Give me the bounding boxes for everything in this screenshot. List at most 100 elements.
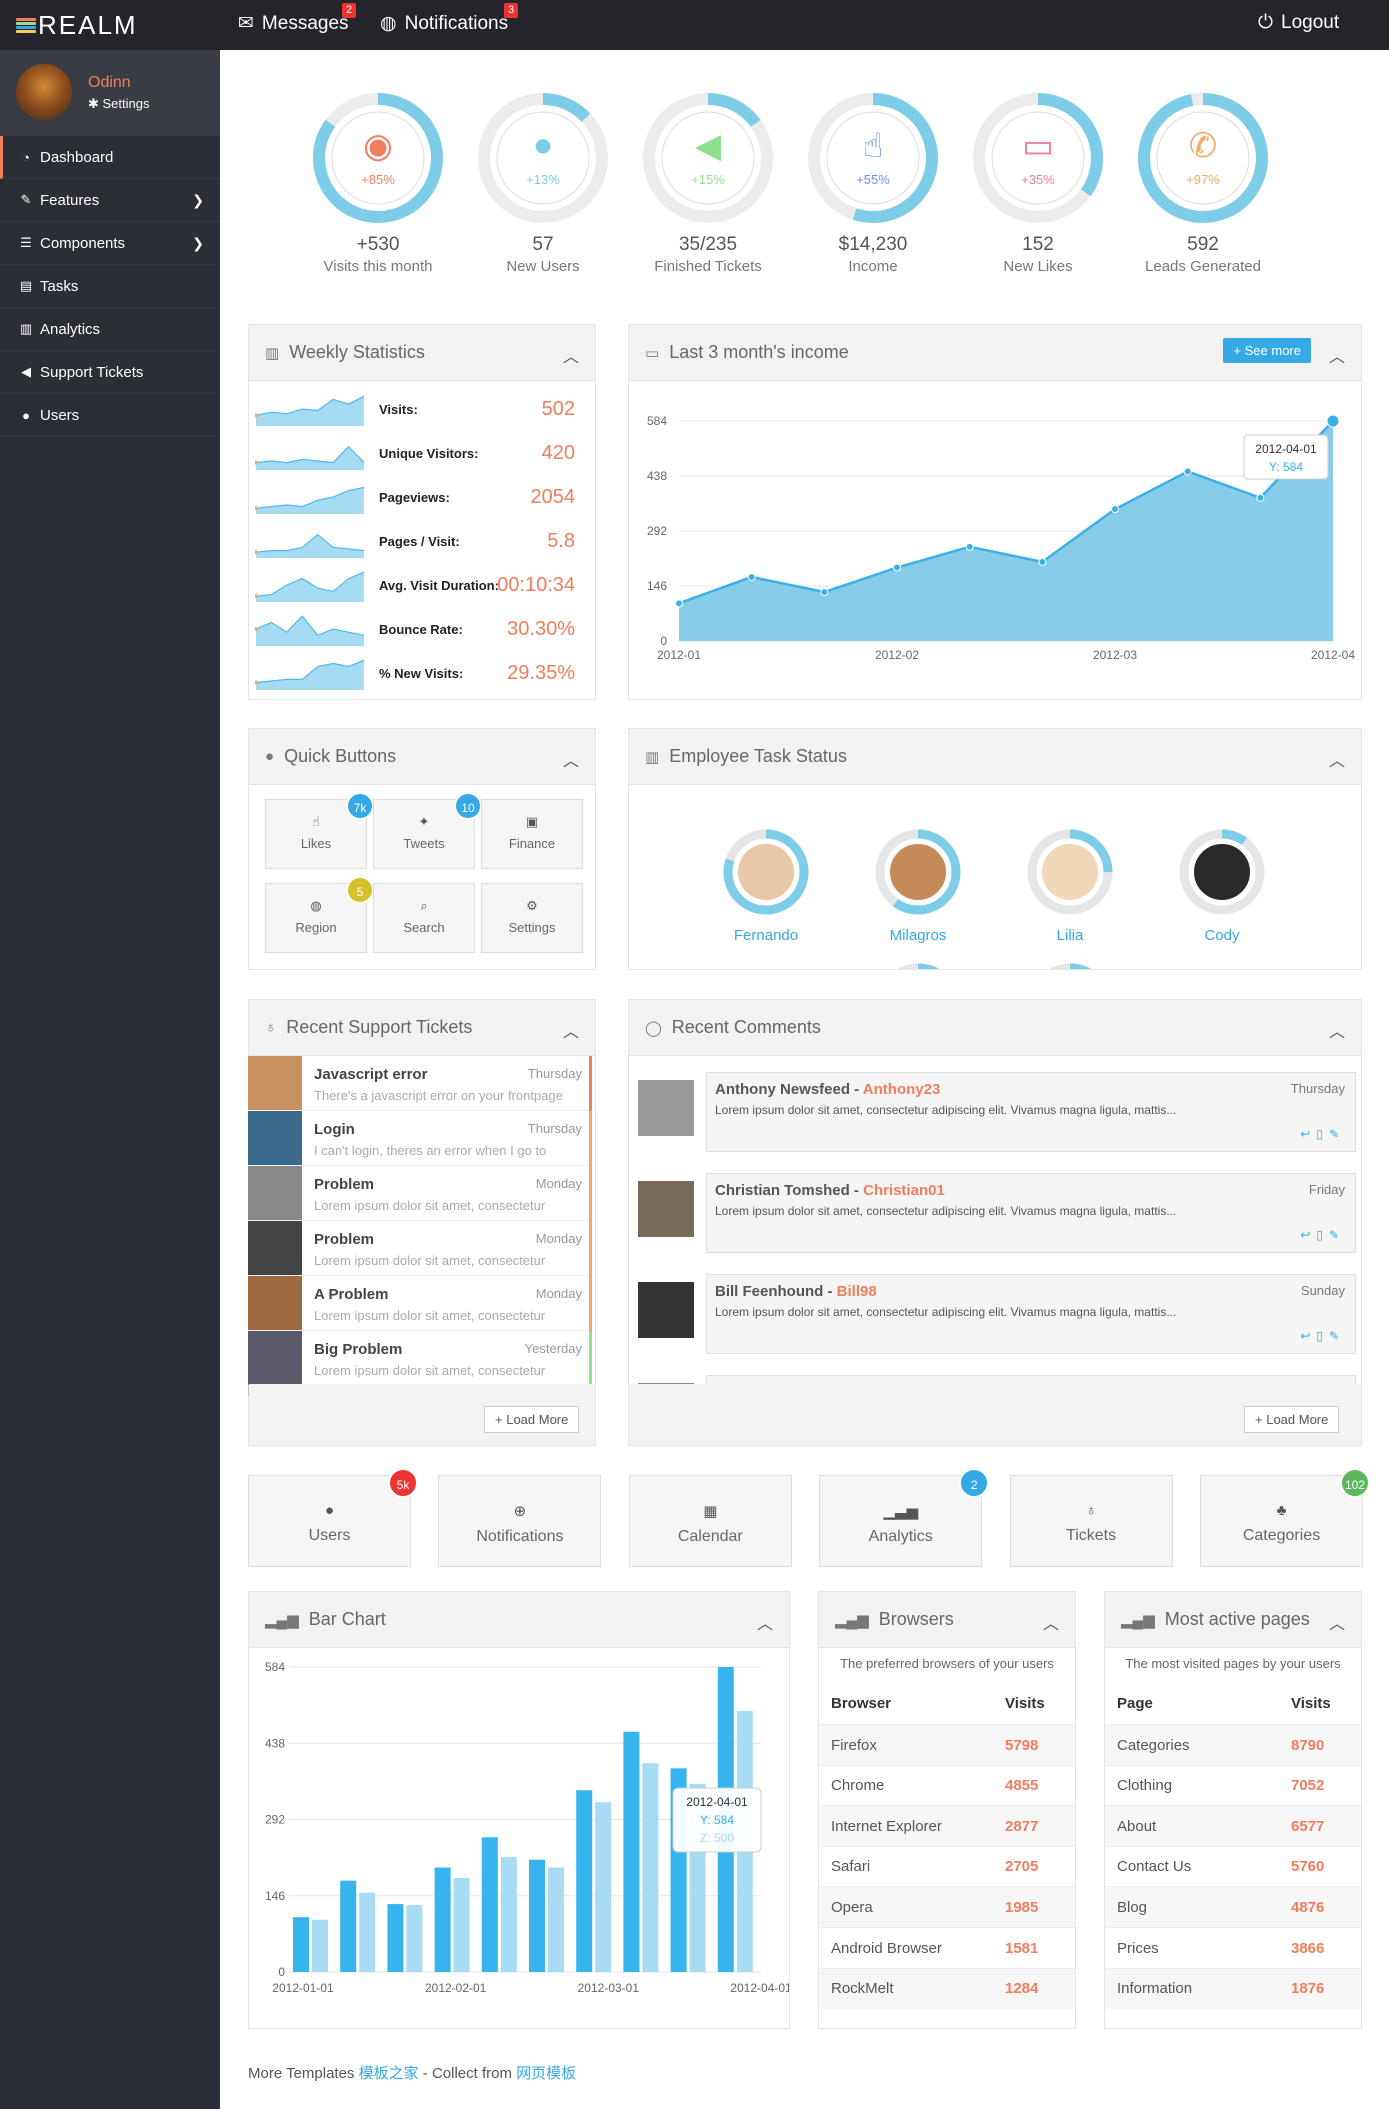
active-pages-panel: ▂▄▆ Most active pages ︿ The most visited p… — [1104, 1591, 1362, 2029]
chevron-up-icon[interactable]: ︿ — [757, 1610, 773, 1634]
tooltip-date: 2012-04-01 — [686, 1795, 748, 1809]
signal-icon: ▁▃▅ — [883, 1503, 918, 1520]
comment-text: Lorem ipsum dolor sit amet, consectetur … — [715, 1103, 1177, 1117]
browsers-panel: ▂▄▆ Browsers ︿ The preferred browsers of y… — [818, 1591, 1076, 2029]
bar-y — [434, 1867, 451, 1972]
bar-z — [453, 1877, 470, 1972]
table-cell-name: Firefox — [831, 1736, 877, 1754]
table-cell-visits: 7052 — [1291, 1777, 1325, 1795]
shortcut-badge: 102 — [1340, 1468, 1370, 1498]
trash-icon[interactable]: ▯ — [1316, 1329, 1329, 1343]
chevron-up-icon[interactable]: ︿ — [1329, 1610, 1345, 1634]
edit-icon[interactable]: ✎ — [1329, 1228, 1345, 1242]
comment-username: Bill98 — [836, 1283, 877, 1300]
shortcut-label: Analytics — [868, 1528, 933, 1545]
table-cell-name: Safari — [831, 1858, 871, 1876]
comment-author[interactable]: Bill Feenhound - Bill98 — [715, 1283, 877, 1300]
table-header: Browser Visits — [831, 1695, 1045, 1712]
edit-icon[interactable]: ✎ — [1329, 1127, 1345, 1141]
x-tick-label: 2012-01-01 — [272, 1981, 334, 1995]
table-cell-name: About — [1117, 1817, 1157, 1835]
comments-load-more-button[interactable]: + Load More — [1244, 1406, 1340, 1433]
comment-day: Friday — [1308, 1182, 1345, 1197]
table-row: Clothing 7052 — [1105, 1764, 1361, 1806]
table-row: Blog 4876 — [1105, 1886, 1361, 1928]
bar-y — [293, 1917, 309, 1972]
table-cell-visits: 1985 — [1005, 1898, 1039, 1916]
bar-z — [595, 1802, 612, 1972]
shortcut-notifications[interactable]: ⊕ Notifications — [438, 1475, 602, 1567]
reply-icon[interactable]: ↩ — [1300, 1329, 1316, 1343]
footer-link-templates[interactable]: 模板之家 — [359, 2065, 419, 2082]
bar-z — [312, 1919, 328, 1972]
shortcut-categories[interactable]: ♣ Categories 102 — [1200, 1468, 1370, 1567]
bar-z — [406, 1905, 423, 1972]
table-cell-name: RockMelt — [831, 1980, 894, 1998]
table-cell-name: Opera — [831, 1898, 873, 1916]
reply-icon[interactable]: ↩ — [1300, 1127, 1316, 1141]
comment-box: Christian Tomshed - Christian01 Friday Lor… — [706, 1173, 1356, 1253]
comment-box: Anthony Newsfeed - Anthony23 Thursday Lore… — [706, 1072, 1356, 1152]
footer-link-source[interactable]: 网页模板 — [516, 2065, 576, 2082]
edit-icon[interactable]: ✎ — [1329, 1329, 1345, 1343]
plus-icon: + — [495, 1412, 507, 1427]
shortcut-tickets[interactable]: ♁ Tickets — [1009, 1475, 1173, 1567]
comment-author[interactable]: Anthony Newsfeed - Anthony23 — [715, 1081, 940, 1098]
table-cell-name: Clothing — [1117, 1777, 1173, 1795]
bar-y — [576, 1790, 593, 1972]
chart-tooltip: 2012-04-01 Y: 584 Z: 500 — [672, 1787, 762, 1853]
tickets-load-more-button[interactable]: + Load More — [484, 1406, 580, 1433]
comment-username: Christian01 — [863, 1182, 945, 1199]
shortcut-badge: 5k — [388, 1468, 418, 1498]
signal-icon: ▂▄▆ — [835, 1611, 869, 1629]
bar-y — [387, 1904, 404, 1972]
shortcut-analytics[interactable]: ▁▃▅ Analytics 2 — [819, 1468, 990, 1567]
table-cell-name: Prices — [1117, 1939, 1159, 1957]
comment-avatar — [638, 1080, 694, 1136]
table-cell-visits: 4855 — [1005, 1777, 1039, 1795]
trash-icon[interactable]: ▯ — [1316, 1127, 1329, 1141]
table-row: Opera 1985 — [819, 1886, 1075, 1928]
trash-icon[interactable]: ▯ — [1316, 1228, 1329, 1242]
reply-icon[interactable]: ↩ — [1300, 1228, 1316, 1242]
comment-text: Lorem ipsum dolor sit amet, consectetur … — [715, 1204, 1177, 1218]
lightbulb-icon: ♁ — [1085, 1502, 1097, 1519]
bar-z — [642, 1763, 659, 1972]
comment-author[interactable]: Christian Tomshed - Christian01 — [715, 1182, 945, 1199]
tooltip-y: Y: 584 — [700, 1813, 734, 1827]
chevron-up-icon[interactable]: ︿ — [1043, 1610, 1059, 1634]
comment-box: Bill Feenhound - Bill98 Sunday Lorem ipsum… — [706, 1274, 1356, 1354]
table-row: Internet Explorer 2877 — [819, 1805, 1075, 1847]
calendar-icon: ▦ — [703, 1503, 718, 1520]
comment-item: Bill Feenhound - Bill98Sunday↩▯✎ — [638, 1375, 1356, 1384]
bar-z — [500, 1857, 517, 1972]
table-cell-name: Chrome — [831, 1777, 885, 1795]
shortcut-calendar[interactable]: ▦ Calendar — [628, 1475, 792, 1567]
shortcut-label: Categories — [1242, 1527, 1321, 1544]
plus-circle-icon: ⊕ — [513, 1503, 527, 1520]
shortcut-label: Tickets — [1066, 1527, 1117, 1544]
sitemap-icon: ♣ — [1276, 1502, 1287, 1519]
comment-item: Anthony Newsfeed - Anthony23 Thursday Lore… — [638, 1072, 1356, 1154]
table-cell-visits: 2705 — [1005, 1858, 1039, 1876]
comment-day: Thursday — [1290, 1081, 1345, 1096]
bar-chart: 0 146 292 438 584 2012-01-01 2012-02-01 2012-03… — [265, 1660, 789, 1995]
table-row: Firefox 5798 — [819, 1724, 1075, 1765]
table-row: Categories 8790 — [1105, 1724, 1361, 1765]
x-tick-label: 2012-03-01 — [578, 1981, 640, 1995]
y-tick-label: 292 — [265, 1813, 285, 1827]
y-tick-label: 146 — [265, 1889, 285, 1903]
shortcut-users[interactable]: ● Users 5k — [248, 1468, 418, 1567]
shortcut-label: Users — [308, 1527, 351, 1544]
table-cell-visits: 3866 — [1291, 1939, 1325, 1957]
table-row: Information 1876 — [1105, 1967, 1361, 2009]
x-tick-label: 2012-04-01 — [730, 1981, 789, 1995]
shortcut-label: Notifications — [476, 1528, 564, 1545]
comment-avatar — [638, 1282, 694, 1338]
tooltip-z: Z: 500 — [700, 1831, 734, 1845]
y-tick-label: 438 — [265, 1736, 285, 1750]
table-cell-visits: 5798 — [1005, 1736, 1039, 1754]
bar-y — [481, 1837, 498, 1972]
comment-text: Lorem ipsum dolor sit amet, consectetur … — [715, 1305, 1177, 1319]
bar-z — [359, 1892, 376, 1972]
